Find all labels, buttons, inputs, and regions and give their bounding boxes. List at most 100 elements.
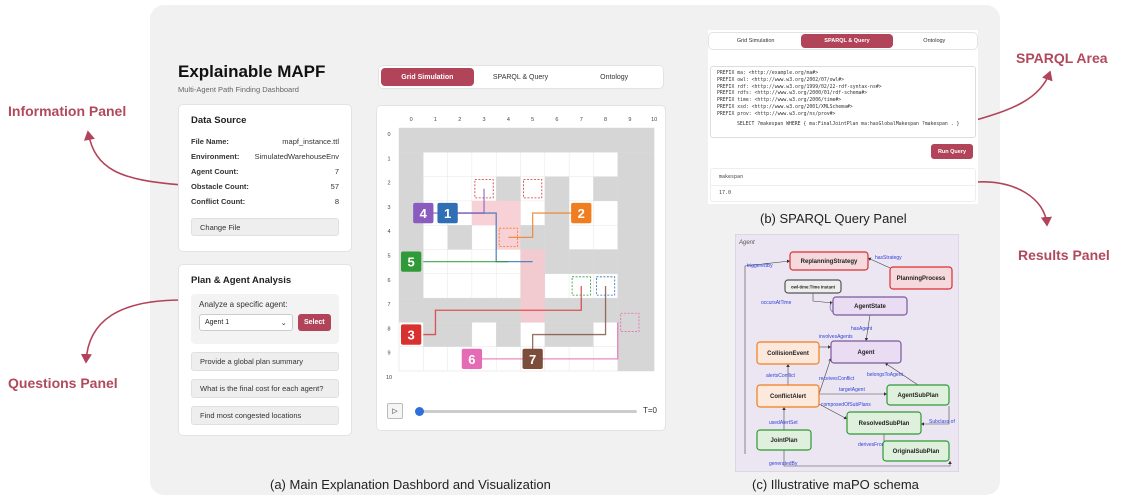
schema-node-label: ReplanningStrategy xyxy=(801,259,858,265)
schema-node-label: AgentState xyxy=(854,304,886,310)
figure-root: Information Panel Questions Panel SPARQL… xyxy=(0,0,1128,500)
play-icon: ▷ xyxy=(392,408,398,415)
sparql-tabs: Grid Simulation SPARQL & Query Ontology xyxy=(708,32,978,50)
grid-col-label: 3 xyxy=(483,117,486,123)
main-tabs: Grid Simulation SPARQL & Query Ontology xyxy=(378,65,664,89)
data-source-rows: File Name: mapf_instance.ttl Environment: S… xyxy=(191,134,339,209)
grid-row-label: 1 xyxy=(387,156,390,162)
obstacle-cell xyxy=(544,249,570,274)
app-title: Explainable MAPF xyxy=(178,62,326,81)
tab-sparql-query[interactable]: SPARQL & Query xyxy=(474,68,568,86)
schema-edge-label: generatedBy xyxy=(769,461,798,467)
prefix-line: PREFIX time: <http://www.w3.org/2006/tim… xyxy=(717,98,842,104)
results-panel-label: Results Panel xyxy=(1018,247,1110,263)
obstacle-cell xyxy=(496,322,521,347)
data-source-key: Obstacle Count: xyxy=(191,182,249,191)
schema-node-label: ResolvedSubPlan xyxy=(859,421,910,427)
data-source-key: File Name: xyxy=(191,137,229,146)
agent-select-row: Agent 1 ⌄ Select xyxy=(199,314,331,331)
data-source-key: Agent Count: xyxy=(191,167,239,176)
schema-edge-label: belongsToAgent xyxy=(867,372,903,378)
grid-row-label: 9 xyxy=(387,351,390,357)
question-list: Provide a global plan summary What is the… xyxy=(191,352,339,425)
schema-edge-label: targetAgent xyxy=(839,387,865,393)
schema-title: Agent xyxy=(738,240,755,246)
data-source-value: SimulatedWarehouseEnv xyxy=(254,152,339,161)
questions-panel-label: Questions Panel xyxy=(8,375,118,391)
grid-row-label: 6 xyxy=(387,278,390,284)
tab-grid-simulation[interactable]: Grid Simulation xyxy=(381,68,474,86)
schema-node-label: PlanningProcess xyxy=(897,276,946,282)
grid-panel: 0 1 2 3 4 5 6 7 8 9 10 0 1 2 3 4 5 6 7 8 9 10 1 2 3 4 5 6 7 ▷ T=0 xyxy=(376,105,666,431)
grid-col-label: 8 xyxy=(604,117,607,123)
agent-id: 5 xyxy=(408,255,415,270)
grid-col-label: 5 xyxy=(531,117,534,123)
results-table: makespan 17.0 xyxy=(710,168,976,202)
agent-id: 2 xyxy=(578,206,585,221)
agent-marker[interactable]: 6 xyxy=(461,348,483,369)
play-button[interactable]: ▷ xyxy=(387,403,403,419)
schema-edge-label: Subclass of xyxy=(929,419,955,425)
data-source-row: Environment: SimulatedWarehouseEnv xyxy=(191,149,339,164)
prefix-line: PREFIX owl: <http://www.w3.org/2002/07/o… xyxy=(717,77,845,83)
run-query-button[interactable]: Run Query xyxy=(931,144,973,159)
caption-c: (c) Illustrative maPO schema xyxy=(752,477,919,492)
sparql-query-editor[interactable]: PREFIX ma: <http://example.org/ma#> PREFI… xyxy=(710,66,976,138)
schema-edge-label: triggeredBy xyxy=(747,263,773,269)
agent-marker[interactable]: 4 xyxy=(413,202,434,224)
agent-select[interactable]: Agent 1 ⌄ xyxy=(199,314,293,331)
schema-node-label: owl-time:Time Instant xyxy=(791,285,836,290)
question-button[interactable]: Find most congested locations xyxy=(191,406,339,425)
information-panel-label: Information Panel xyxy=(8,103,127,119)
grid-row-label: 10 xyxy=(386,375,392,381)
agent-id: 7 xyxy=(529,352,536,367)
question-button[interactable]: What is the final cost for each agent? xyxy=(191,379,339,398)
grid-col-label: 2 xyxy=(458,117,461,123)
grid-row-label: 8 xyxy=(387,326,390,332)
schema-node-label: OriginalSubPlan xyxy=(893,449,940,455)
timeline-slider-thumb[interactable] xyxy=(415,407,424,416)
grid-col-label: 7 xyxy=(580,117,583,123)
mapo-schema-diagram: Agent hasStrategy triggeredBy occursAtTime h… xyxy=(735,234,959,472)
grid-col-label: 10 xyxy=(651,117,657,123)
select-agent-button[interactable]: Select xyxy=(297,314,331,331)
sparql-tab-ontology[interactable]: Ontology xyxy=(893,34,976,48)
obstacle-cell xyxy=(569,249,594,274)
grid-row-label: 5 xyxy=(387,254,390,260)
grid-col-label: 1 xyxy=(434,117,437,123)
sparql-panel: Grid Simulation SPARQL & Query Ontology … xyxy=(708,30,978,204)
grid-row-label: 3 xyxy=(387,205,390,211)
agent-marker[interactable]: 1 xyxy=(437,202,458,224)
schema-node-label: Agent xyxy=(858,350,875,356)
obstacle-cell xyxy=(496,176,521,201)
plan-analysis-card: Plan & Agent Analysis Analyze a specific… xyxy=(178,264,352,436)
prefix-lines: PREFIX ma: <http://example.org/ma#> PREFI… xyxy=(717,71,969,119)
sparql-tab-query[interactable]: SPARQL & Query xyxy=(801,34,893,48)
agent-marker[interactable]: 2 xyxy=(571,202,592,224)
chevron-down-icon: ⌄ xyxy=(280,319,287,327)
agent-marker[interactable]: 5 xyxy=(401,251,422,272)
agent-id: 4 xyxy=(420,206,428,221)
schema-node-agentsub: AgentSubPlan xyxy=(886,384,950,406)
grid-row-label: 0 xyxy=(387,132,390,138)
schema-edge-label: hasStrategy xyxy=(875,255,902,261)
grid-col-label: 9 xyxy=(628,117,631,123)
grid-col-label: 0 xyxy=(410,117,413,123)
data-source-row: Conflict Count: 8 xyxy=(191,194,339,209)
caption-b: (b) SPARQL Query Panel xyxy=(760,211,907,226)
timeline-slider[interactable] xyxy=(415,407,637,416)
change-file-button[interactable]: Change File xyxy=(191,218,339,236)
agent-id: 3 xyxy=(408,328,415,343)
caption-a: (a) Main Explanation Dashbord and Visual… xyxy=(270,477,551,492)
schema-node-agent: Agent xyxy=(830,340,902,364)
question-button[interactable]: Provide a global plan summary xyxy=(191,352,339,371)
tab-ontology[interactable]: Ontology xyxy=(567,68,661,86)
prefix-line: PREFIX xsd: <http://www.w3.org/2001/XMLS… xyxy=(717,104,853,110)
time-label: T=0 xyxy=(643,406,658,415)
sparql-tab-grid[interactable]: Grid Simulation xyxy=(710,34,801,48)
data-source-row: Agent Count: 7 xyxy=(191,164,339,179)
grid-row-label: 7 xyxy=(387,302,390,308)
agent-marker[interactable]: 7 xyxy=(522,348,543,369)
obstacle-cell xyxy=(593,249,618,274)
agent-marker[interactable]: 3 xyxy=(401,324,422,345)
